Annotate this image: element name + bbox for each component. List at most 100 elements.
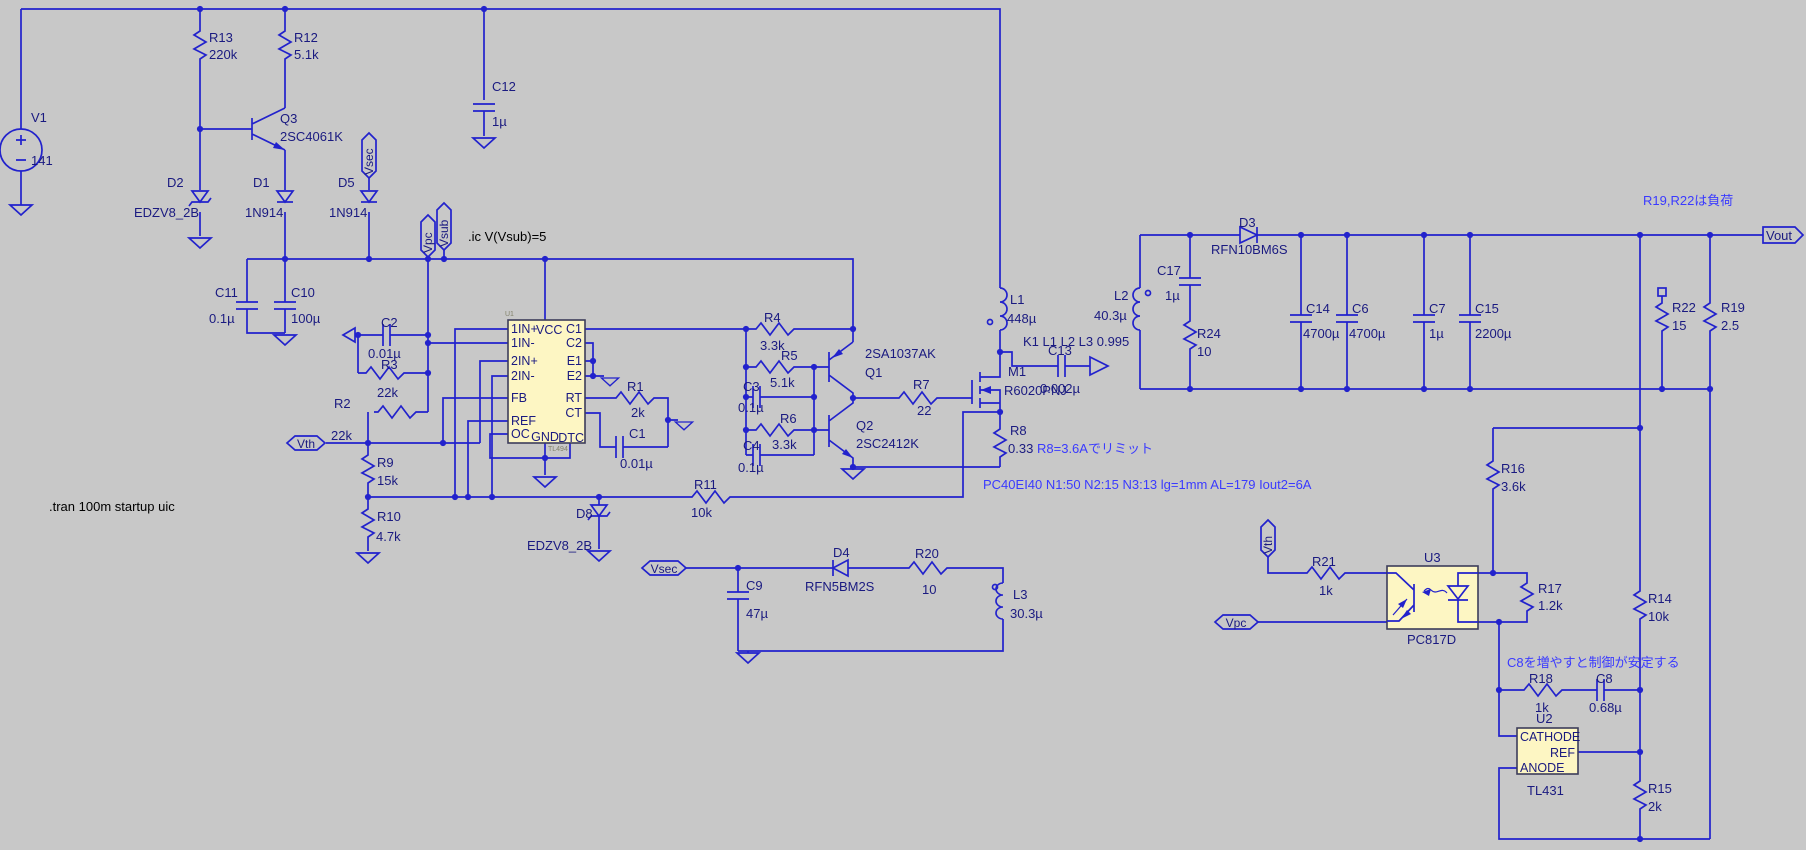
label-C1-value[interactable]: 0.01µ — [620, 456, 653, 471]
label-R24-ref[interactable]: R24 — [1197, 326, 1221, 341]
label-C11-value[interactable]: 0.1µ — [209, 311, 235, 326]
label-R2-ref[interactable]: R2 — [334, 396, 351, 411]
ground-icon[interactable] — [274, 335, 296, 345]
component-D4[interactable] — [833, 560, 848, 576]
component-C9[interactable] — [727, 592, 749, 599]
label-R22-ref[interactable]: R22 — [1672, 300, 1696, 315]
label-Q1-value[interactable]: 2SA1037AK — [865, 346, 936, 361]
label-C14-ref[interactable]: C14 — [1306, 301, 1330, 316]
component-D2[interactable] — [189, 191, 211, 206]
label-C6-ref[interactable]: C6 — [1352, 301, 1369, 316]
label-D8-value[interactable]: EDZV8_2B — [527, 538, 592, 553]
label-D1-value[interactable]: 1N914 — [245, 205, 283, 220]
label-R1-ref[interactable]: R1 — [627, 379, 644, 394]
component-C14[interactable] — [1290, 315, 1312, 322]
label-R6-value[interactable]: 3.3k — [772, 437, 797, 452]
label-Q3-ref[interactable]: Q3 — [280, 111, 297, 126]
label-C3-ref[interactable]: C3 — [743, 379, 760, 394]
label-L1-ref[interactable]: L1 — [1010, 292, 1024, 307]
label-R1-value[interactable]: 2k — [631, 405, 645, 420]
label-R14-value[interactable]: 10k — [1648, 609, 1669, 624]
label-R19-ref[interactable]: R19 — [1721, 300, 1745, 315]
label-R16-ref[interactable]: R16 — [1501, 461, 1525, 476]
component-R19[interactable] — [1704, 300, 1716, 334]
component-C15[interactable] — [1459, 315, 1481, 322]
label-M1-ref[interactable]: M1 — [1008, 364, 1026, 379]
label-C8-ref[interactable]: C8 — [1596, 671, 1613, 686]
label-R15-value[interactable]: 2k — [1648, 799, 1662, 814]
label-R21-value[interactable]: 1k — [1319, 583, 1333, 598]
label-R18-ref[interactable]: R18 — [1529, 671, 1553, 686]
label-k1-coupling[interactable]: K1 L1 L2 L3 0.995 — [1023, 334, 1129, 349]
comment-c8[interactable]: C8を増やすと制御が安定する — [1507, 655, 1680, 670]
label-R10-ref[interactable]: R10 — [377, 509, 401, 524]
component-R14[interactable] — [1634, 588, 1646, 622]
label-C10-ref[interactable]: C10 — [291, 285, 315, 300]
label-Q1-ref[interactable]: Q1 — [865, 365, 882, 380]
label-U2-part[interactable]: TL431 — [1527, 783, 1564, 798]
label-D5-value[interactable]: 1N914 — [329, 205, 367, 220]
wire-secondary[interactable] — [1140, 235, 1763, 839]
label-R24-value[interactable]: 10 — [1197, 344, 1211, 359]
component-C1[interactable] — [616, 436, 623, 458]
ground-icon[interactable] — [473, 138, 495, 148]
label-D3-ref[interactable]: D3 — [1239, 215, 1256, 230]
ic-u1-tl494[interactable]: U1 TL494 1IN+ 1IN- 2IN+ 2IN- FB REF OC C… — [505, 311, 585, 453]
label-C10-value[interactable]: 100µ — [291, 311, 321, 326]
net-flag-vpc-top[interactable]: Vpc — [421, 215, 435, 257]
label-R8-ref[interactable]: R8 — [1010, 423, 1027, 438]
r22-open-terminal[interactable] — [1658, 288, 1666, 296]
label-R7-ref[interactable]: R7 — [913, 377, 930, 392]
port-arrow-right-icon[interactable] — [1090, 357, 1108, 375]
label-C9-value[interactable]: 47µ — [746, 606, 768, 621]
component-R9[interactable] — [362, 452, 374, 486]
label-R21-ref[interactable]: R21 — [1312, 554, 1336, 569]
label-R2-value[interactable]: 22k — [331, 428, 352, 443]
directive-ic[interactable]: .ic V(Vsub)=5 — [468, 229, 546, 244]
component-C6[interactable] — [1336, 315, 1358, 322]
label-D3-value[interactable]: RFN10BM6S — [1211, 242, 1288, 257]
component-R24[interactable] — [1184, 318, 1196, 352]
label-Q2-ref[interactable]: Q2 — [856, 418, 873, 433]
label-V1-value[interactable]: 141 — [31, 153, 53, 168]
label-C12-value[interactable]: 1µ — [492, 114, 507, 129]
net-flag-vout[interactable]: Vout — [1763, 227, 1803, 243]
label-U2-ref[interactable]: U2 — [1536, 711, 1553, 726]
label-R12-ref[interactable]: R12 — [294, 30, 318, 45]
comment-r8-limit[interactable]: R8=3.6Aでリミット — [1037, 441, 1153, 456]
label-D8-ref[interactable]: D8 — [576, 506, 593, 521]
label-R5-value[interactable]: 5.1k — [770, 375, 795, 390]
label-C8-value[interactable]: 0.68µ — [1589, 700, 1622, 715]
component-D1[interactable] — [277, 191, 293, 202]
label-L2-ref[interactable]: L2 — [1114, 288, 1128, 303]
label-D4-ref[interactable]: D4 — [833, 545, 850, 560]
label-R17-value[interactable]: 1.2k — [1538, 598, 1563, 613]
ground-icon[interactable] — [675, 422, 692, 430]
wire-comp-ic-left[interactable] — [326, 259, 1000, 551]
label-C1-ref[interactable]: C1 — [629, 426, 646, 441]
label-C6-value[interactable]: 4700µ — [1349, 326, 1386, 341]
annotations[interactable]: .ic V(Vsub)=5 .tran 100m startup uic R19… — [49, 193, 1733, 670]
component-M1[interactable] — [972, 352, 1000, 412]
label-R16-value[interactable]: 3.6k — [1501, 479, 1526, 494]
label-R12-value[interactable]: 5.1k — [294, 47, 319, 62]
comment-transformer[interactable]: PC40EI40 N1:50 N2:15 N3:13 lg=1mm AL=179… — [983, 477, 1312, 492]
label-R13-value[interactable]: 220k — [209, 47, 238, 62]
net-flag-vth-right[interactable]: Vth — [1261, 520, 1275, 557]
component-Q2[interactable] — [829, 398, 853, 467]
label-R6-ref[interactable]: R6 — [780, 411, 797, 426]
label-R14-ref[interactable]: R14 — [1648, 591, 1672, 606]
label-R15-ref[interactable]: R15 — [1648, 781, 1672, 796]
label-C17-value[interactable]: 1µ — [1165, 288, 1180, 303]
label-R17-ref[interactable]: R17 — [1538, 581, 1562, 596]
label-R7-value[interactable]: 22 — [917, 403, 931, 418]
comment-load[interactable]: R19,R22は負荷 — [1643, 193, 1733, 208]
component-R17[interactable] — [1521, 580, 1533, 614]
label-V1-ref[interactable]: V1 — [31, 110, 47, 125]
label-C3-value[interactable]: 0.1µ — [738, 400, 764, 415]
component-R11[interactable] — [688, 491, 734, 503]
net-flag-vth-left[interactable]: Vth — [287, 436, 325, 451]
label-C2-ref[interactable]: C2 — [381, 315, 398, 330]
label-R9-value[interactable]: 15k — [377, 473, 398, 488]
label-R11-ref[interactable]: R11 — [694, 477, 717, 492]
